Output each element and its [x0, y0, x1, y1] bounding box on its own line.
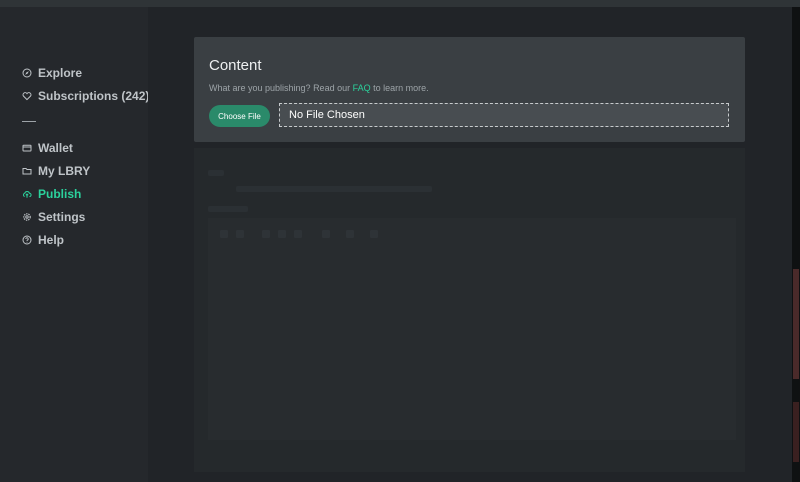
wallet-icon	[22, 143, 32, 153]
card-title: Content	[209, 57, 262, 74]
sidebar-item-my-lbry[interactable]: My LBRY	[22, 162, 90, 180]
sidebar-item-label: My LBRY	[38, 164, 91, 178]
heading-icon	[262, 230, 270, 238]
card-subtitle: What are you publishing? Read our FAQ to…	[209, 83, 429, 93]
sidebar: Explore Subscriptions (242) Wallet My LB…	[0, 7, 149, 482]
sidebar-item-label: Settings	[38, 210, 86, 224]
file-path-field[interactable]: No File Chosen	[279, 103, 729, 127]
compass-icon	[22, 68, 32, 78]
ghost-title-field	[236, 186, 432, 192]
sidebar-item-label: Publish	[38, 187, 82, 201]
bold-icon	[220, 230, 228, 238]
publish-form-dimmed	[194, 148, 745, 472]
subtitle-text: What are you publishing? Read our	[209, 83, 353, 93]
preview-icon	[370, 230, 378, 238]
link-icon	[322, 230, 330, 238]
sidebar-item-settings[interactable]: Settings	[22, 208, 85, 226]
italic-icon	[236, 230, 244, 238]
edge-blip	[793, 402, 799, 462]
edge-blip	[793, 269, 799, 379]
folder-icon	[22, 166, 32, 176]
sidebar-item-label: Subscriptions (242)	[38, 89, 150, 103]
list-icon	[278, 230, 286, 238]
choose-file-button[interactable]: Choose File	[209, 105, 270, 127]
sidebar-item-label: Explore	[38, 66, 83, 80]
app-window: Explore Subscriptions (242) Wallet My LB…	[0, 0, 800, 482]
sidebar-divider	[22, 121, 36, 122]
sidebar-item-subscriptions[interactable]: Subscriptions (242)	[22, 87, 149, 105]
heart-icon	[22, 91, 32, 101]
right-edge-strip	[792, 7, 800, 482]
description-editor	[208, 218, 736, 440]
image-icon	[346, 230, 354, 238]
ghost-label	[208, 170, 224, 176]
sidebar-item-explore[interactable]: Explore	[22, 64, 82, 82]
top-bar	[0, 0, 800, 7]
content-card: Content What are you publishing? Read ou…	[194, 37, 745, 142]
cloud-upload-icon	[22, 189, 32, 199]
gear-icon	[22, 212, 32, 222]
sidebar-item-wallet[interactable]: Wallet	[22, 139, 73, 157]
subtitle-text-end: to learn more.	[370, 83, 429, 93]
sidebar-item-label: Wallet	[38, 141, 73, 155]
faq-link[interactable]: FAQ	[353, 83, 371, 93]
sidebar-item-label: Help	[38, 233, 65, 247]
sidebar-item-help[interactable]: Help	[22, 231, 64, 249]
help-icon	[22, 235, 32, 245]
ghost-label	[208, 206, 248, 212]
numbered-list-icon	[294, 230, 302, 238]
sidebar-item-publish[interactable]: Publish	[22, 185, 81, 203]
